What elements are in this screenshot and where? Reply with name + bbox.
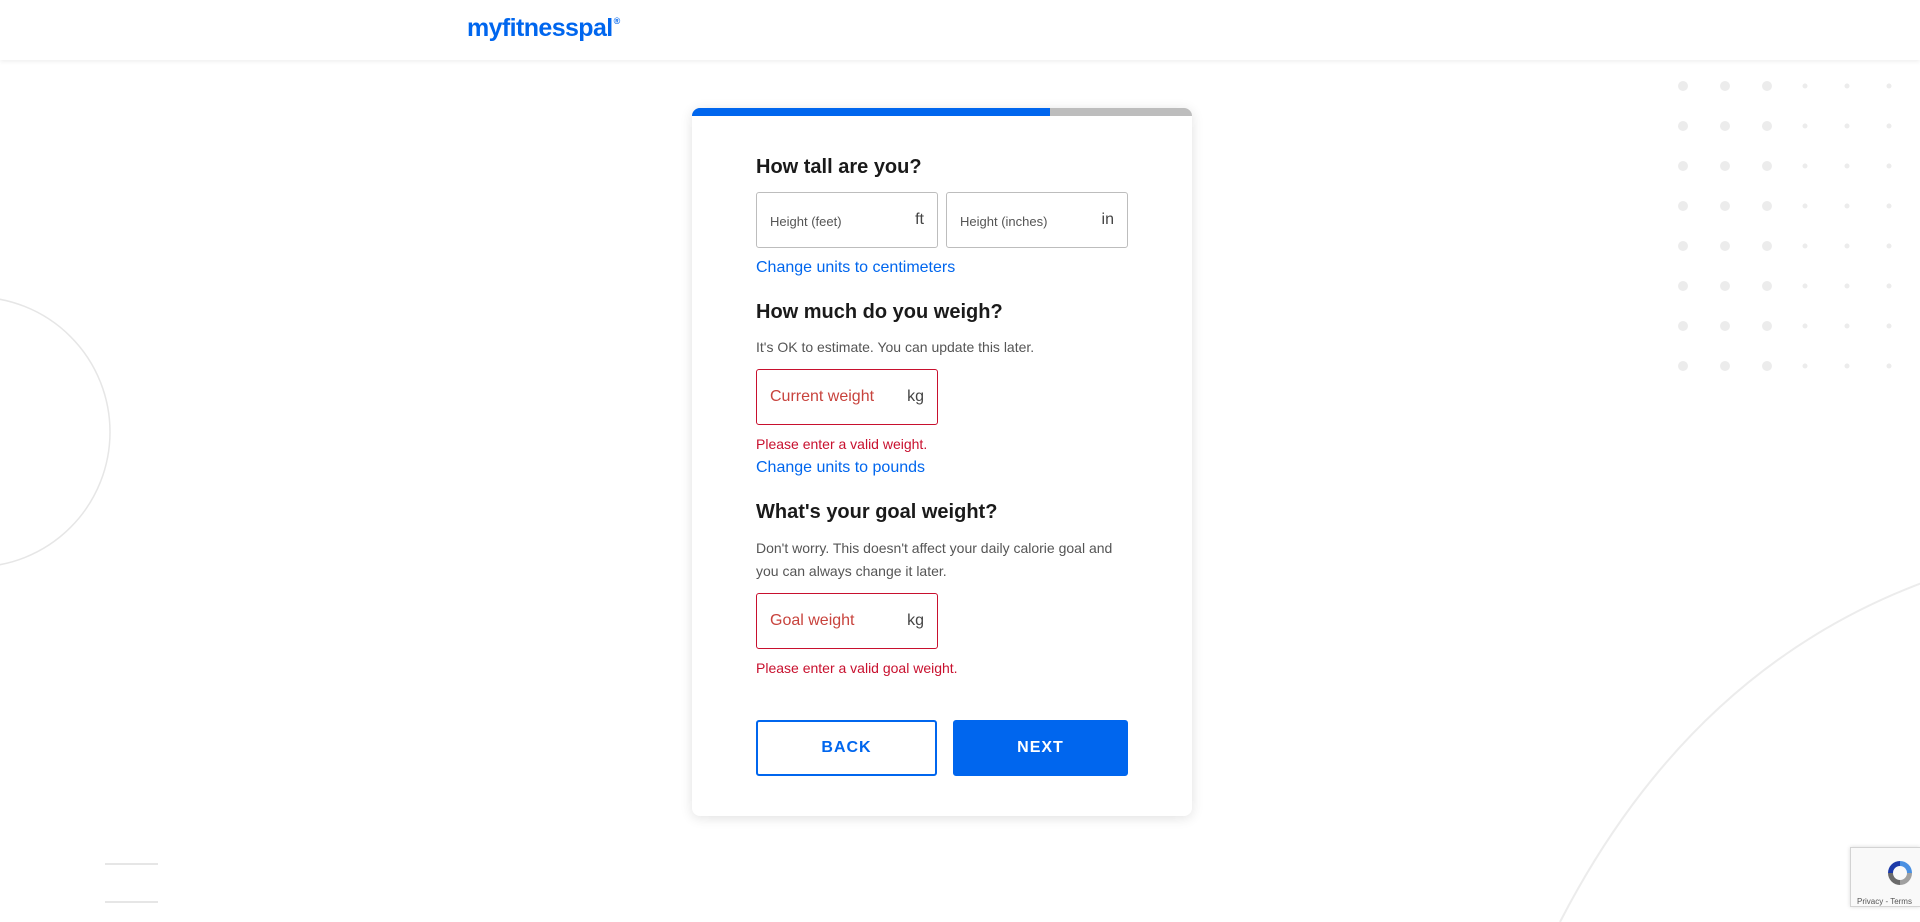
decorative-dot bbox=[1762, 361, 1772, 371]
decorative-dot bbox=[1762, 81, 1772, 91]
weight-question-title: How much do you weigh? bbox=[756, 301, 1003, 323]
goal-error-message: Please enter a valid goal weight. bbox=[756, 660, 958, 676]
height-feet-placeholder: Height (feet) bbox=[770, 214, 842, 229]
decorative-dot bbox=[1762, 321, 1772, 331]
decorative-dot bbox=[1844, 163, 1850, 169]
recaptcha-icon bbox=[1888, 861, 1912, 885]
decorative-dot bbox=[1886, 363, 1892, 369]
decorative-dot bbox=[1844, 203, 1850, 209]
back-button[interactable]: BACK bbox=[756, 720, 937, 776]
decorative-dot bbox=[1886, 283, 1892, 289]
decorative-dot bbox=[1762, 241, 1772, 251]
decorative-dot bbox=[1762, 161, 1772, 171]
decorative-dot bbox=[1844, 323, 1850, 329]
decorative-dot bbox=[1844, 123, 1850, 129]
height-feet-input[interactable]: Height (feet) ft bbox=[756, 192, 938, 248]
decorative-dot bbox=[1720, 241, 1730, 251]
decorative-dot bbox=[1678, 161, 1688, 171]
decorative-dot bbox=[1802, 283, 1808, 289]
decorative-dot bbox=[1720, 161, 1730, 171]
decorative-dot bbox=[1886, 163, 1892, 169]
goal-weight-unit: kg bbox=[907, 612, 924, 629]
decorative-dot bbox=[1720, 361, 1730, 371]
decorative-dot bbox=[1886, 203, 1892, 209]
decorative-dot bbox=[1678, 121, 1688, 131]
decorative-circle-left bbox=[0, 298, 111, 566]
goal-question-title: What's your goal weight? bbox=[756, 501, 998, 523]
decorative-dot bbox=[1678, 81, 1688, 91]
decorative-dot bbox=[1844, 243, 1850, 249]
height-inches-input[interactable]: Height (inches) in bbox=[946, 192, 1128, 248]
registered-mark: ® bbox=[613, 15, 621, 26]
decorative-dot bbox=[1720, 281, 1730, 291]
progress-bar bbox=[692, 108, 1192, 116]
weight-hint: It's OK to estimate. You can update this… bbox=[756, 339, 1035, 355]
decorative-dot bbox=[1762, 201, 1772, 211]
decorative-dot bbox=[1802, 243, 1808, 249]
decorative-dot bbox=[1844, 83, 1850, 89]
dot-grid bbox=[1678, 81, 1892, 371]
current-weight-input[interactable]: Current weight kg bbox=[756, 369, 938, 425]
height-inches-placeholder: Height (inches) bbox=[960, 214, 1048, 229]
myfitnesspal-logo[interactable]: myfitnesspal® bbox=[467, 14, 620, 43]
current-weight-unit: kg bbox=[907, 388, 924, 405]
decorative-dot bbox=[1720, 201, 1730, 211]
decorative-dot bbox=[1678, 241, 1688, 251]
next-button[interactable]: NEXT bbox=[953, 720, 1128, 776]
recaptcha-badge[interactable]: Privacy - Terms bbox=[1850, 847, 1920, 907]
height-question-title: How tall are you? bbox=[756, 156, 922, 178]
change-units-pounds-link[interactable]: Change units to pounds bbox=[756, 459, 925, 477]
decorative-dot bbox=[1802, 123, 1808, 129]
decorative-dot bbox=[1720, 81, 1730, 91]
decorative-dot bbox=[1720, 121, 1730, 131]
decorative-dot bbox=[1802, 323, 1808, 329]
decorative-dot bbox=[1762, 121, 1772, 131]
decorative-dot bbox=[1678, 321, 1688, 331]
decorative-dot bbox=[1886, 243, 1892, 249]
decorative-dot bbox=[1802, 363, 1808, 369]
goal-weight-input[interactable]: Goal weight kg bbox=[756, 593, 938, 649]
decorative-dot bbox=[1762, 281, 1772, 291]
decorative-dot bbox=[1844, 283, 1850, 289]
decorative-dot bbox=[1720, 321, 1730, 331]
decorative-dot bbox=[1802, 163, 1808, 169]
decorative-dot bbox=[1678, 361, 1688, 371]
decorative-dot bbox=[1802, 203, 1808, 209]
top-navigation-bar: myfitnesspal® bbox=[0, 0, 1920, 60]
decorative-dot bbox=[1802, 83, 1808, 89]
progress-bar-fill bbox=[692, 108, 1050, 116]
decorative-dot bbox=[1886, 323, 1892, 329]
decorative-dot bbox=[1678, 201, 1688, 211]
decorative-dot bbox=[1886, 83, 1892, 89]
decorative-dot bbox=[1886, 123, 1892, 129]
change-units-centimeters-link[interactable]: Change units to centimeters bbox=[756, 259, 955, 277]
goal-weight-placeholder: Goal weight bbox=[770, 612, 855, 629]
height-inches-unit: in bbox=[1101, 211, 1114, 228]
current-weight-placeholder: Current weight bbox=[770, 388, 875, 405]
height-feet-unit: ft bbox=[915, 211, 924, 228]
decorative-dot bbox=[1678, 281, 1688, 291]
goal-hint: Don't worry. This doesn't affect your da… bbox=[756, 540, 1113, 579]
decorative-dot bbox=[1844, 363, 1850, 369]
recaptcha-links[interactable]: Privacy - Terms bbox=[1857, 897, 1912, 906]
weight-error-message: Please enter a valid weight. bbox=[756, 436, 928, 452]
onboarding-card: How tall are you? Height (feet) ft Heigh… bbox=[692, 108, 1192, 816]
